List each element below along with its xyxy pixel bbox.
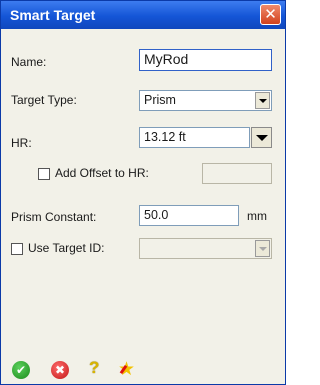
target-id-select[interactable]	[139, 238, 272, 259]
target-type-label: Target Type:	[11, 93, 77, 107]
x-glyph: ✖	[54, 363, 66, 377]
window-title: Smart Target	[10, 7, 96, 23]
name-label: Name:	[11, 55, 47, 69]
name-input[interactable]: MyRod	[139, 49, 272, 71]
add-offset-label: Add Offset to HR:	[55, 166, 149, 180]
hr-input[interactable]: 13.12 ft	[139, 127, 250, 148]
use-target-id-label: Use Target ID:	[28, 241, 105, 255]
prism-constant-unit: mm	[247, 209, 267, 223]
checkmark-glyph: ✔	[15, 363, 27, 377]
close-icon: ✕	[264, 6, 277, 23]
prism-constant-label: Prism Constant:	[11, 210, 97, 224]
chevron-down-icon[interactable]	[255, 92, 270, 109]
hr-label: HR:	[11, 136, 32, 150]
prism-constant-input[interactable]: 50.0	[139, 205, 239, 226]
close-button[interactable]: ✕	[260, 4, 281, 25]
add-offset-input[interactable]	[202, 163, 272, 184]
ok-icon[interactable]: ✔	[12, 361, 30, 379]
chevron-down-icon[interactable]	[255, 240, 270, 257]
cancel-icon[interactable]: ✖	[51, 361, 69, 379]
hr-dropdown-button[interactable]	[251, 127, 272, 148]
title-bar: Smart Target ✕	[1, 1, 285, 29]
smart-target-window: Smart Target ✕ Name: MyRod Target Type: …	[0, 0, 286, 385]
use-target-id-checkbox[interactable]	[11, 243, 23, 255]
target-type-select[interactable]: Prism	[139, 90, 272, 111]
add-offset-checkbox[interactable]	[38, 168, 50, 180]
target-type-value: Prism	[144, 93, 176, 107]
help-icon[interactable]: ?	[89, 358, 99, 378]
